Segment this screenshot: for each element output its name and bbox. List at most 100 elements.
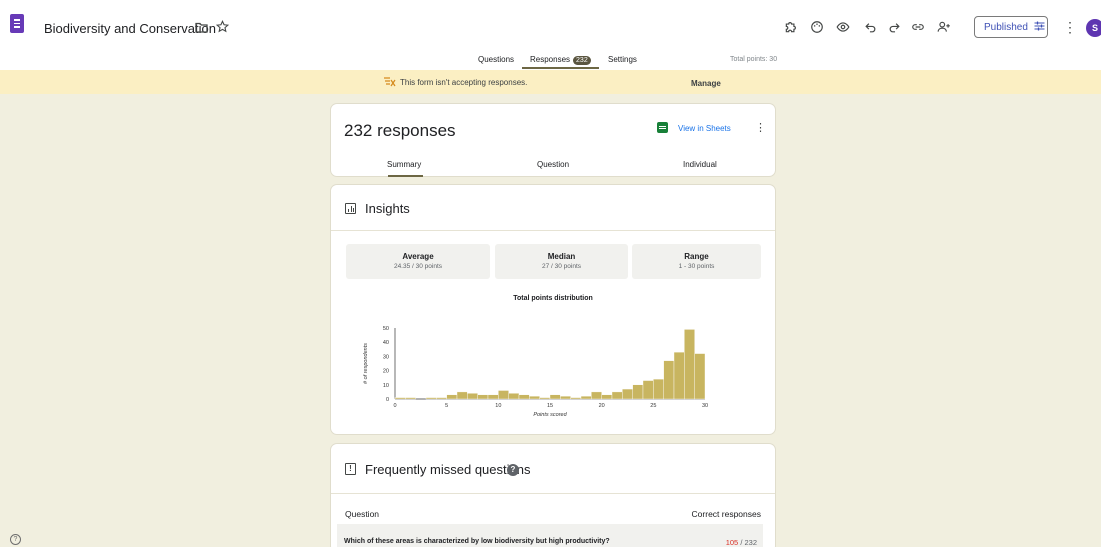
histogram-bar [684,329,695,400]
x-tick-label: 25 [650,403,656,409]
histogram-bar [477,394,489,400]
responses-title: 232 responses [344,121,456,140]
stat-median: Median 27 / 30 points [495,244,628,279]
more-options-icon[interactable]: ⋮ [1063,19,1077,36]
subtab-summary[interactable]: Summary [387,160,421,169]
not-accepting-banner: This form isn't accepting responses. Man… [0,70,1101,94]
correct-value: 105 [725,538,739,547]
histogram-bar [467,393,478,400]
y-tick-label: 40 [383,340,389,346]
insights-title: Insights [365,201,410,216]
y-axis-label: # of respondents [363,343,369,384]
subtab-individual[interactable]: Individual [683,160,717,169]
help-icon[interactable]: ? [507,464,519,476]
tab-questions[interactable]: Questions [478,55,514,64]
stat-value: 24.35 / 30 points [393,263,443,270]
x-tick-label: 30 [702,403,708,409]
total-points: Total points: 30 [730,56,778,63]
missed-title: Frequently missed questions [365,462,531,477]
histogram-bar [560,395,571,400]
chart-title: Total points distribution [513,295,593,302]
active-tab-indicator [522,67,599,69]
y-tick-label: 10 [383,383,389,389]
redo-icon[interactable] [886,19,902,35]
histogram-bar [580,395,592,400]
y-tick-label: 50 [383,326,389,332]
forms-logo-icon[interactable] [10,14,24,33]
stat-label: Range [684,252,709,261]
histogram-bar [508,393,520,400]
x-tick-label: 0 [393,403,396,409]
histogram-bar [632,384,644,400]
frequently-missed-card: ! Frequently missed questions ? Question… [330,443,776,547]
form-title[interactable]: Biodiversity and Conservation [44,21,216,36]
responses-card: 232 responses View in Sheets ⋮ Summary Q… [330,103,776,177]
view-in-sheets-link[interactable]: View in Sheets [678,124,731,133]
tab-responses[interactable]: Responses 232 [530,55,591,65]
histogram-bar [446,394,458,400]
histogram-bar [518,394,530,400]
column-header-question: Question [345,509,380,519]
histogram-bar [436,397,447,400]
stat-label: Average [402,252,434,261]
undo-icon[interactable] [862,19,878,35]
missed-questions-icon: ! [345,463,356,475]
x-tick-label: 10 [495,403,501,409]
y-tick-label: 0 [386,397,389,403]
published-button[interactable]: Published [974,16,1048,38]
not-accepting-icon [383,76,396,90]
histogram-bar [425,397,437,400]
star-icon[interactable] [216,20,229,33]
top-bar: Biodiversity and Conservation Published … [0,0,1101,48]
histogram-bar [539,397,551,400]
histogram-bar [549,394,561,400]
histogram-bar [405,397,416,400]
y-tick-label: 20 [383,369,389,375]
subtab-question[interactable]: Question [537,160,569,169]
add-collaborator-icon[interactable] [936,19,952,35]
x-tick-label: 15 [547,403,553,409]
avatar[interactable]: S [1086,19,1101,37]
divider [331,230,775,231]
insights-card: Insights Average 24.35 / 30 points Media… [330,184,776,435]
banner-message: This form isn't accepting responses. [400,78,528,87]
tab-responses-label: Responses [530,55,571,64]
folder-icon[interactable] [195,22,208,33]
link-icon[interactable] [910,19,926,35]
form-tabs: Questions Responses 232 Settings Total po… [0,48,1101,70]
y-tick-label: 30 [383,354,389,360]
column-header-correct: Correct responses [691,509,761,519]
divider [331,493,775,494]
histogram-bar [570,397,582,400]
histogram-bar [663,360,675,400]
histogram-bar [591,391,602,400]
histogram-bar [529,395,540,400]
tab-settings[interactable]: Settings [608,55,637,64]
responses-more-options-icon[interactable]: ⋮ [755,121,766,134]
stat-value: 1 - 30 points [678,263,715,270]
addon-puzzle-icon[interactable] [783,19,799,35]
published-label: Published [984,21,1028,33]
x-tick-label: 5 [445,403,448,409]
stat-label: Median [547,252,576,261]
preview-eye-icon[interactable] [835,19,851,35]
stat-average: Average 24.35 / 30 points [346,244,490,279]
active-subtab-indicator [388,175,423,177]
insights-chart-icon [345,203,356,214]
stat-value: 27 / 30 points [541,263,582,270]
table-row[interactable]: Which of these areas is characterized by… [337,524,763,547]
help-circle-icon[interactable]: ? [10,534,21,545]
sheets-icon[interactable] [657,122,668,133]
question-text: Which of these areas is characterized by… [344,538,610,545]
manage-button[interactable]: Manage [691,79,721,88]
x-axis-label: Points scored [533,412,567,418]
histogram-bar [498,390,509,400]
histogram-bar [456,391,468,400]
palette-icon[interactable] [809,19,825,35]
correct-count: 105 / 232 [726,538,757,547]
histogram-bar [694,353,706,400]
histogram-bar [642,380,654,400]
histogram-bar [653,378,664,400]
histogram-bar [487,394,499,400]
histogram-bar [622,388,633,400]
